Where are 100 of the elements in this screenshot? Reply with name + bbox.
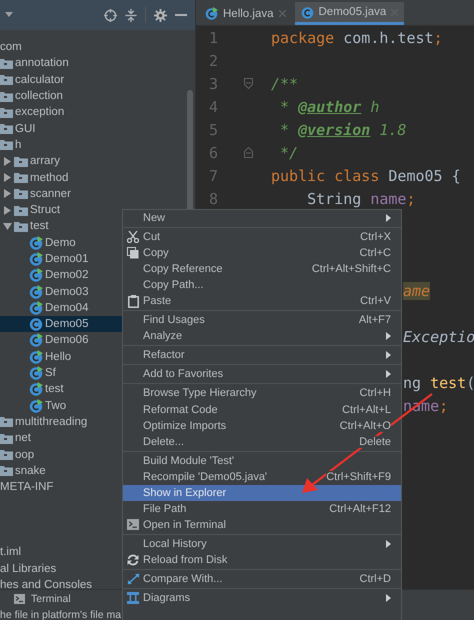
line-number: 8 [208, 190, 218, 208]
copy-icon [127, 247, 139, 260]
terminal-icon [127, 519, 139, 530]
menu-item[interactable]: Cut Ctrl+X [123, 229, 401, 246]
collapse-icon[interactable] [125, 8, 137, 22]
code-line: String name; [306, 190, 416, 208]
compare-icon [126, 573, 140, 585]
tree-item-label[interactable]: GUI [15, 122, 36, 135]
tree-item-label[interactable]: multithreading [15, 416, 88, 428]
code-line: * @version 1.8 [279, 120, 406, 138]
folder-icon [14, 188, 28, 200]
menu-item[interactable]: Refactor [123, 347, 401, 364]
tree-item-label[interactable]: t.iml [0, 546, 22, 558]
menu-item[interactable]: Copy Ctrl+C [123, 245, 401, 262]
tree-item-label[interactable]: collection [15, 90, 63, 102]
tree-item-label[interactable]: al Libraries [0, 562, 56, 575]
tree-item-label[interactable]: META-INF [0, 481, 54, 494]
line-number: 1 [208, 28, 218, 46]
code-line: public class Demo05 { [271, 166, 461, 184]
menu-item[interactable]: Find Usages Alt+F7 [123, 312, 401, 328]
dropdown-caret-icon[interactable] [5, 12, 13, 18]
status-text: he file in platform's file ma [0, 609, 122, 620]
collapsed-arrow-icon[interactable] [4, 156, 10, 166]
folder-icon [14, 172, 28, 184]
tree-item-label[interactable]: h [15, 138, 22, 151]
menu-item[interactable]: File Path Ctrl+Alt+F12 [123, 500, 401, 517]
tree-item-label: Demo05 [45, 318, 88, 330]
tree-item-label[interactable]: scanner [30, 188, 71, 200]
tree-item-label[interactable]: Struct [30, 204, 60, 216]
menu-item[interactable]: Diagrams [123, 590, 401, 606]
menu-item[interactable]: Optimize Imports Ctrl+Alt+O [123, 418, 401, 434]
clipboard-icon [128, 294, 138, 308]
tree-item-label[interactable]: Demo02 [45, 269, 88, 282]
code-line: package com.h.test; [271, 28, 443, 46]
tree-item-label[interactable]: test [30, 220, 49, 232]
tree-item-label[interactable]: Demo01 [45, 253, 88, 265]
line-number: 5 [208, 120, 218, 138]
code-fragment: ng test( [403, 374, 474, 392]
tree-item-label[interactable]: Sf [45, 367, 56, 380]
menu-item[interactable]: Recompile 'Demo05.java' Ctrl+Shift+F9 [123, 468, 401, 485]
tree-item-label[interactable]: Demo [45, 236, 76, 249]
tree-item-label[interactable]: annotation [15, 57, 69, 70]
fold-icon[interactable] [244, 147, 253, 158]
tree-item-label[interactable]: com [0, 41, 22, 54]
tree-item-label[interactable]: Demo06 [45, 334, 88, 346]
tree-item-label[interactable]: snake [15, 464, 46, 477]
menu-item[interactable]: Build Module 'Test' [123, 452, 401, 469]
menu-item[interactable]: Show in Explorer [123, 484, 401, 501]
menu-item[interactable]: Reload from Disk [123, 552, 401, 568]
menu-item[interactable]: Delete... Delete [123, 434, 401, 450]
tree-item-label[interactable]: net [15, 432, 31, 444]
tree-item-label[interactable]: Demo04 [45, 302, 88, 314]
code-line: /** [271, 74, 298, 92]
crosshair-icon[interactable] [104, 8, 117, 22]
menu-item[interactable]: Paste Ctrl+V [123, 293, 401, 310]
tree-item-label[interactable]: Hello [45, 350, 72, 363]
tree-item-label[interactable]: method [30, 172, 68, 184]
settings-icon[interactable] [154, 8, 167, 22]
tree-item-label[interactable]: oop [15, 448, 34, 461]
refresh-icon [127, 554, 139, 566]
collapsed-arrow-icon[interactable] [4, 206, 10, 215]
editor-tab[interactable]: Demo05.java [294, 2, 404, 25]
collapsed-arrow-icon[interactable] [4, 173, 10, 182]
tree-item-label[interactable]: calculator [15, 74, 64, 86]
menu-item[interactable]: Analyze [123, 328, 401, 344]
menu-item[interactable]: Compare With... Ctrl+D [123, 570, 401, 588]
line-number: 2 [208, 52, 218, 70]
menu-item[interactable]: Copy Path... [123, 277, 401, 294]
menu-item[interactable]: Browse Type Hierarchy Ctrl+H [123, 385, 401, 402]
line-number: 4 [208, 98, 218, 116]
terminal-tab[interactable]: Terminal [14, 593, 71, 605]
menu-item[interactable]: Local History [123, 536, 401, 552]
menu-item[interactable]: New [123, 210, 401, 226]
tree-item-label[interactable]: exception [15, 106, 64, 118]
line-number: 3 [208, 74, 218, 92]
menu-item[interactable]: Copy Reference Ctrl+Alt+Shift+C [123, 261, 401, 278]
folder-icon [14, 220, 28, 232]
tree-item-label[interactable]: hes and Consoles [0, 579, 92, 589]
code-fragment: Exceptio [403, 328, 474, 346]
tree-item-label[interactable]: Demo03 [45, 286, 88, 298]
terminal-icon [14, 594, 25, 604]
line-number: 7 [208, 166, 218, 184]
menu-item[interactable]: Reformat Code Ctrl+Alt+L [123, 402, 401, 418]
collapsed-arrow-icon[interactable] [4, 189, 10, 198]
folder-icon [14, 156, 28, 167]
line-number: 6 [208, 144, 218, 162]
folder-icon [14, 204, 28, 216]
editor-tab[interactable]: Hello.java [199, 2, 292, 25]
code-line: */ [279, 144, 298, 162]
expanded-arrow-icon[interactable] [2, 222, 12, 230]
scissors-icon [127, 231, 139, 244]
fold-icon[interactable] [244, 78, 253, 89]
menu-item[interactable]: Open in Terminal [123, 516, 401, 533]
tree-item-label[interactable]: arrary [30, 155, 60, 168]
code-line: * @author h [279, 98, 380, 116]
diagram-icon [127, 592, 139, 604]
menu-item[interactable]: Add to Favorites [123, 366, 401, 382]
code-fragment: ame [403, 282, 430, 300]
tree-item-label[interactable]: test [45, 383, 64, 396]
tree-item-label[interactable]: Two [45, 400, 66, 412]
